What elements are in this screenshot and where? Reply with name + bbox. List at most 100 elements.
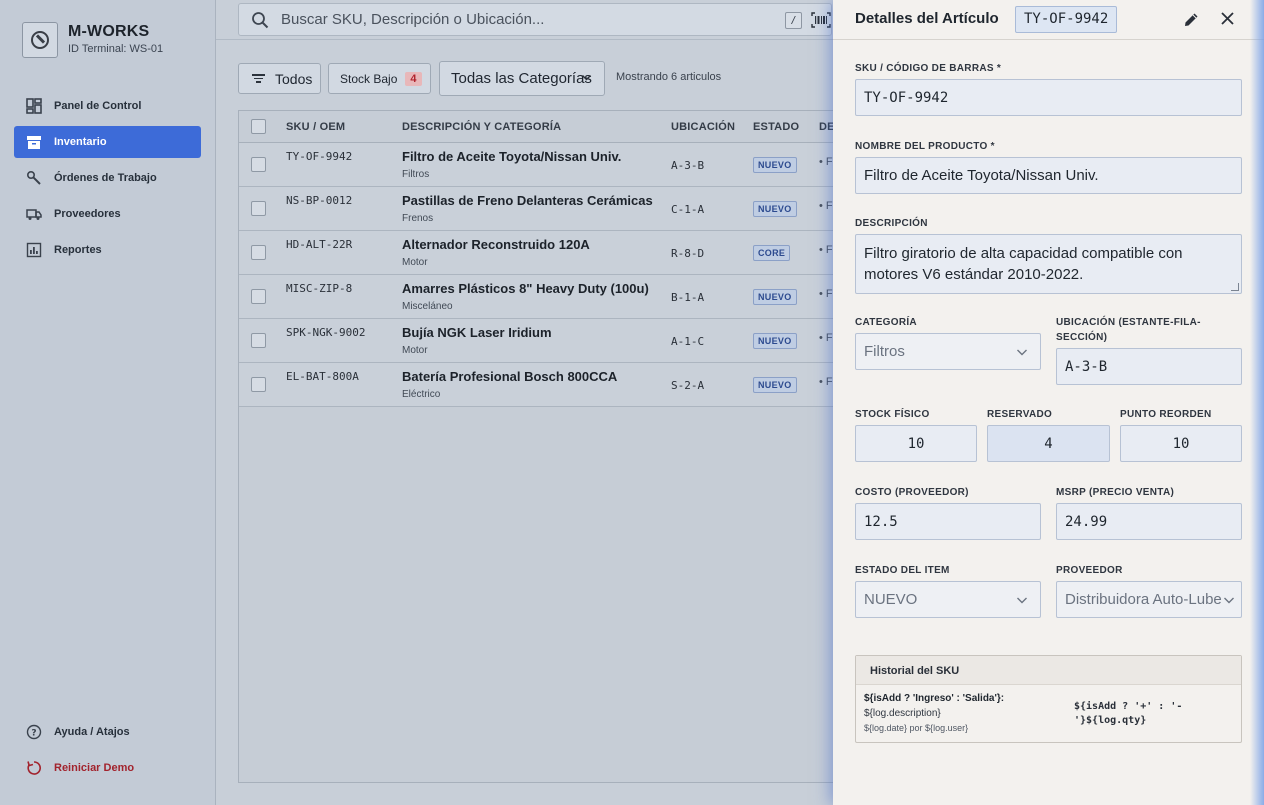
stock-field[interactable]: 10	[855, 425, 977, 462]
row-sku: EL-BAT-800A	[286, 370, 359, 383]
help-shortcuts-button[interactable]: ? Ayuda / Atajos	[14, 716, 201, 748]
sku-label: SKU / CÓDIGO DE BARRAS *	[855, 63, 1002, 74]
sidebar-item-inventory[interactable]: Inventario	[14, 126, 201, 158]
filter-all-button[interactable]: Todos	[238, 63, 321, 94]
row-extra: • F	[819, 244, 833, 256]
location-field[interactable]: A-3-B	[1056, 348, 1242, 385]
truck-icon	[26, 206, 42, 222]
row-sku: HD-ALT-22R	[286, 238, 353, 251]
reset-demo-button[interactable]: Reiniciar Demo	[14, 752, 201, 784]
edit-icon[interactable]	[1183, 11, 1200, 28]
wrench-icon	[26, 170, 42, 186]
filter-icon	[251, 74, 265, 83]
category-dropdown[interactable]: Filtros	[855, 333, 1041, 370]
reserved-field[interactable]: 4	[987, 425, 1110, 462]
sidebar-footer: ? Ayuda / Atajos Reiniciar Demo	[14, 716, 201, 788]
sidebar-item-label: Órdenes de Trabajo	[54, 172, 157, 184]
supplier-label: PROVEEDOR	[1056, 565, 1123, 576]
row-checkbox[interactable]	[251, 157, 266, 172]
col-sku[interactable]: SKU / OEM	[286, 121, 345, 133]
row-location: B-1-A	[671, 291, 705, 304]
row-location: R-8-D	[671, 247, 705, 260]
description-label: DESCRIPCIÓN	[855, 218, 928, 229]
filter-low-stock-button[interactable]: Stock Bajo 4	[328, 63, 431, 94]
row-extra: • F	[819, 288, 833, 300]
history-entry-description: ${log.description}	[864, 708, 941, 719]
inventory-table: SKU / OEM DESCRIPCIÓN Y CATEGORÍA UBICAC…	[238, 110, 837, 783]
help-label: Ayuda / Atajos	[54, 726, 130, 738]
description-text: Filtro giratorio de alta capacidad compa…	[864, 245, 1183, 283]
low-stock-count-badge: 4	[405, 71, 422, 86]
row-description: Filtro de Aceite Toyota/Nissan Univ.	[402, 149, 622, 164]
reorder-label: PUNTO REORDEN	[1120, 409, 1212, 420]
table-row[interactable]: HD-ALT-22R Alternador Reconstruido 120A …	[239, 231, 837, 275]
table-row[interactable]: SPK-NGK-9002 Bujía NGK Laser Iridium Mot…	[239, 319, 837, 363]
close-icon[interactable]	[1219, 10, 1236, 27]
search-input[interactable]: Buscar SKU, Descripción o Ubicación...	[281, 11, 831, 28]
panel-glow-edge	[1250, 0, 1264, 805]
reorder-field[interactable]: 10	[1120, 425, 1242, 462]
msrp-field[interactable]: 24.99	[1056, 503, 1242, 540]
cost-field[interactable]: 12.5	[855, 503, 1041, 540]
product-name-field[interactable]: Filtro de Aceite Toyota/Nissan Univ.	[855, 157, 1242, 194]
select-all-checkbox[interactable]	[251, 119, 266, 134]
sidebar-item-suppliers[interactable]: Proveedores	[14, 198, 201, 230]
status-badge: NUEVO	[753, 201, 797, 217]
row-checkbox[interactable]	[251, 333, 266, 348]
search-bar[interactable]: Buscar SKU, Descripción o Ubicación... /	[238, 3, 832, 36]
category-select-value: Todas las Categorías	[451, 70, 592, 87]
row-description: Pastillas de Freno Delanteras Cerámicas	[402, 193, 653, 208]
history-entry-type: ${isAdd ? 'Ingreso' : 'Salida'}:	[864, 693, 1005, 704]
category-select[interactable]: Todas las Categorías	[439, 61, 605, 96]
col-description[interactable]: DESCRIPCIÓN Y CATEGORÍA	[402, 121, 561, 133]
resize-handle[interactable]	[1231, 283, 1239, 291]
row-extra: • F	[819, 376, 833, 388]
history-title: Historial del SKU	[870, 665, 960, 677]
table-row[interactable]: EL-BAT-800A Batería Profesional Bosch 80…	[239, 363, 837, 407]
filter-low-stock-label: Stock Bajo	[340, 71, 398, 86]
results-count: Mostrando 6 articulos	[616, 71, 722, 83]
row-description: Batería Profesional Bosch 800CCA	[402, 369, 618, 384]
table-row[interactable]: NS-BP-0012 Pastillas de Freno Delanteras…	[239, 187, 837, 231]
item-status-value: NUEVO	[864, 591, 918, 608]
row-location: A-1-C	[671, 335, 705, 348]
sidebar-item-label: Inventario	[54, 136, 107, 148]
terminal-id: ID Terminal: WS-01	[68, 43, 164, 55]
description-textarea[interactable]: Filtro giratorio de alta capacidad compa…	[855, 234, 1242, 294]
row-category: Filtros	[402, 169, 430, 180]
sidebar-item-work-orders[interactable]: Órdenes de Trabajo	[14, 162, 201, 194]
sku-field[interactable]: TY-OF-9942	[855, 79, 1242, 116]
supplier-dropdown[interactable]: Distribuidora Auto-Lube	[1056, 581, 1242, 618]
row-description: Amarres Plásticos 8" Heavy Duty (100u)	[402, 281, 649, 296]
item-status-label: ESTADO DEL ITEM	[855, 565, 950, 576]
row-sku: SPK-NGK-9002	[286, 326, 366, 339]
row-checkbox[interactable]	[251, 245, 266, 260]
sidebar-item-label: Panel de Control	[54, 100, 142, 112]
barcode-scan-icon[interactable]	[811, 12, 831, 28]
row-checkbox[interactable]	[251, 201, 266, 216]
col-location[interactable]: UBICACIÓN	[671, 121, 735, 133]
logo-icon	[22, 22, 58, 58]
item-status-dropdown[interactable]: NUEVO	[855, 581, 1041, 618]
chevron-down-icon	[1223, 593, 1235, 605]
location-label: UBICACIÓN (ESTANTE-FILA-SECCIÓN)	[1056, 317, 1201, 343]
main-content: Buscar SKU, Descripción o Ubicación... /…	[216, 0, 837, 805]
row-category: Frenos	[402, 213, 434, 224]
row-category: Misceláneo	[402, 301, 453, 312]
sidebar-item-reports[interactable]: Reportes	[14, 234, 201, 266]
row-extra: • F	[819, 156, 833, 168]
history-entry-qty: ${isAdd ? '+' : '-'}${log.qty}	[1074, 701, 1183, 726]
dashboard-icon	[26, 98, 42, 114]
row-sku: TY-OF-9942	[286, 150, 353, 163]
table-row[interactable]: MISC-ZIP-8 Amarres Plásticos 8" Heavy Du…	[239, 275, 837, 319]
table-row[interactable]: TY-OF-9942 Filtro de Aceite Toyota/Nissa…	[239, 143, 837, 187]
row-location: S-2-A	[671, 379, 705, 392]
sku-history: Historial del SKU ${isAdd ? 'Ingreso' : …	[855, 655, 1242, 743]
sidebar-item-dashboard[interactable]: Panel de Control	[14, 90, 201, 122]
row-category: Motor	[402, 257, 428, 268]
col-status[interactable]: ESTADO	[753, 121, 799, 133]
report-icon	[26, 242, 42, 258]
row-extra: • F	[819, 332, 833, 344]
row-checkbox[interactable]	[251, 289, 266, 304]
row-checkbox[interactable]	[251, 377, 266, 392]
